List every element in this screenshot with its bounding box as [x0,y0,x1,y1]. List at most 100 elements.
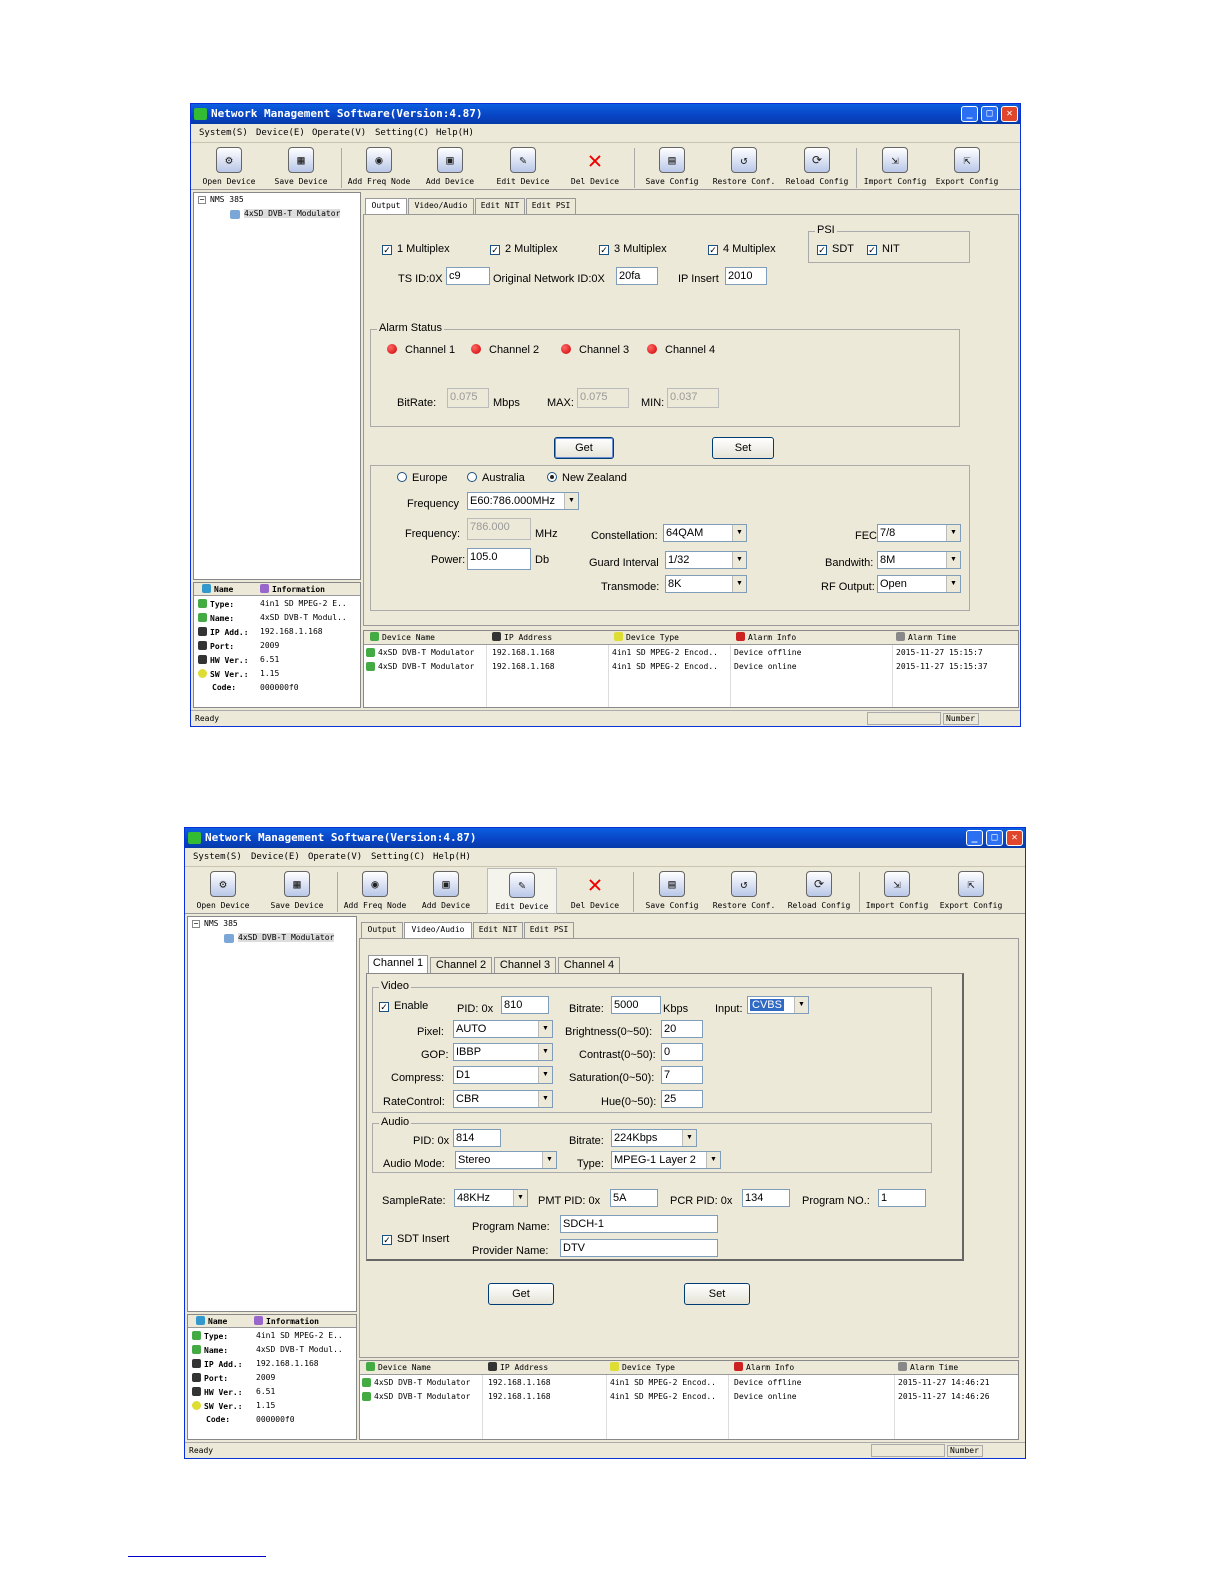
reload-config-button[interactable]: ⟳ Reload Config [785,868,853,914]
audio-bitrate-select[interactable]: 224Kbps ▼ [611,1129,697,1147]
hue-input[interactable]: 25 [661,1090,703,1108]
menu-system[interactable]: System(S) [199,128,248,138]
menu-help[interactable]: Help(H) [433,852,471,862]
compress-select[interactable]: D1 ▼ [453,1066,553,1084]
del-device-button[interactable]: ✕ Del Device [567,144,623,190]
reload-config-button[interactable]: ⟳ Reload Config [783,144,851,190]
tab-video-audio[interactable]: Video/Audio [408,198,474,214]
onid-input[interactable]: 20fa [616,267,658,285]
tab-channel-4[interactable]: Channel 4 [558,957,620,973]
input-select[interactable]: CVBS ▼ [747,996,809,1014]
sdt-checkbox[interactable]: ✓ SDT [817,243,854,255]
close-icon[interactable]: ✕ [1001,106,1018,122]
tab-channel-3[interactable]: Channel 3 [494,957,556,973]
minimize-icon[interactable]: _ [961,106,978,122]
provider-name-input[interactable]: DTV [560,1239,718,1257]
video-bitrate-input[interactable]: 5000 [611,996,661,1014]
open-device-button[interactable]: ⚙ Open Device [199,144,259,190]
get-button[interactable]: Get [488,1283,554,1305]
tab-output[interactable]: Output [365,198,407,215]
menu-system[interactable]: System(S) [193,852,242,862]
title-bar[interactable]: Network Management Software(Version:4.87… [191,104,1020,124]
save-device-button[interactable]: ▦ Save Device [265,868,329,914]
brightness-input[interactable]: 20 [661,1020,703,1038]
audio-mode-select[interactable]: Stereo ▼ [455,1151,557,1169]
rf-output-select[interactable]: Open ▼ [877,575,961,593]
del-device-button[interactable]: ✕ Del Device [567,868,623,914]
close-icon[interactable]: ✕ [1006,830,1023,846]
tree-root[interactable]: NMS 385 [204,919,238,928]
set-button[interactable]: Set [712,437,774,459]
guard-interval-select[interactable]: 1/32 ▼ [665,551,747,569]
title-bar[interactable]: Network Management Software(Version:4.87… [185,828,1025,848]
export-config-button[interactable]: ⇱ Export Config [933,144,1001,190]
open-device-button[interactable]: ⚙ Open Device [193,868,253,914]
tab-edit-psi[interactable]: Edit PSI [524,922,574,938]
program-name-input[interactable]: SDCH-1 [560,1215,718,1233]
edit-device-button[interactable]: ✎ Edit Device [493,144,553,190]
menu-operate[interactable]: Operate(V) [308,852,362,862]
set-button[interactable]: Set [684,1283,750,1305]
sdt-insert-checkbox[interactable]: ✓ SDT Insert [382,1233,449,1245]
new-zealand-radio[interactable]: New Zealand [547,472,627,484]
bandwidth-select[interactable]: 8M ▼ [877,551,961,569]
import-config-button[interactable]: ⇲ Import Config [861,144,929,190]
video-pid-input[interactable]: 810 [501,996,549,1014]
pmt-pid-input[interactable]: 5A [610,1189,658,1207]
tab-edit-psi[interactable]: Edit PSI [526,198,576,214]
maximize-icon[interactable]: □ [981,106,998,122]
menu-help[interactable]: Help(H) [436,128,474,138]
sample-rate-select[interactable]: 48KHz ▼ [454,1189,528,1207]
add-device-button[interactable]: ▣ Add Device [423,144,477,190]
menu-setting[interactable]: Setting(C) [371,852,425,862]
save-config-button[interactable]: ▤ Save Config [643,144,701,190]
nit-checkbox[interactable]: ✓ NIT [867,243,900,255]
tree-device[interactable]: 4xSD DVB-T Modulator [244,209,341,218]
tab-channel-1[interactable]: Channel 1 [368,955,428,973]
restore-conf-button[interactable]: ↺ Restore Conf. [711,868,777,914]
ts-id-input[interactable]: c9 [446,267,490,285]
tree-expand-icon[interactable]: − [198,196,206,204]
tab-video-audio[interactable]: Video/Audio [404,922,472,939]
add-freq-node-button[interactable]: ◉ Add Freq Node [345,144,413,190]
restore-conf-button[interactable]: ↺ Restore Conf. [711,144,777,190]
multiplex-2-checkbox[interactable]: ✓ 2 Multiplex [490,243,558,255]
fec-select[interactable]: 7/8 ▼ [877,524,961,542]
minimize-icon[interactable]: _ [966,830,983,846]
australia-radio[interactable]: Australia [467,472,525,484]
constellation-select[interactable]: 64QAM ▼ [663,524,747,542]
pixel-select[interactable]: AUTO ▼ [453,1020,553,1038]
tab-edit-nit[interactable]: Edit NIT [473,922,523,938]
gop-select[interactable]: IBBP ▼ [453,1043,553,1061]
get-button[interactable]: Get [554,437,614,459]
transmode-select[interactable]: 8K ▼ [665,575,747,593]
menu-device[interactable]: Device(E) [256,128,305,138]
tab-output[interactable]: Output [361,922,403,938]
enable-checkbox[interactable]: ✓ Enable [379,1000,428,1012]
rate-control-select[interactable]: CBR ▼ [453,1090,553,1108]
import-config-button[interactable]: ⇲ Import Config [863,868,931,914]
multiplex-1-checkbox[interactable]: ✓ 1 Multiplex [382,243,450,255]
power-input[interactable]: 105.0 [467,548,531,570]
tree-expand-icon[interactable]: − [192,920,200,928]
maximize-icon[interactable]: □ [986,830,1003,846]
menu-operate[interactable]: Operate(V) [312,128,366,138]
tree-root[interactable]: NMS 385 [210,195,244,204]
ip-insert-input[interactable]: 2010 [725,267,767,285]
multiplex-4-checkbox[interactable]: ✓ 4 Multiplex [708,243,776,255]
edit-device-button[interactable]: ✎ Edit Device [487,868,557,914]
menu-device[interactable]: Device(E) [251,852,300,862]
save-device-button[interactable]: ▦ Save Device [269,144,333,190]
add-device-button[interactable]: ▣ Add Device [419,868,473,914]
program-no-input[interactable]: 1 [878,1189,926,1207]
frequency-select[interactable]: E60:786.000MHz ▼ [467,492,579,510]
export-config-button[interactable]: ⇱ Export Config [937,868,1005,914]
add-freq-node-button[interactable]: ◉ Add Freq Node [341,868,409,914]
contrast-input[interactable]: 0 [661,1043,703,1061]
europe-radio[interactable]: Europe [397,472,447,484]
tab-channel-2[interactable]: Channel 2 [430,957,492,973]
saturation-input[interactable]: 7 [661,1066,703,1084]
audio-type-select[interactable]: MPEG-1 Layer 2 ▼ [611,1151,721,1169]
multiplex-3-checkbox[interactable]: ✓ 3 Multiplex [599,243,667,255]
tree-device[interactable]: 4xSD DVB-T Modulator [238,933,335,942]
